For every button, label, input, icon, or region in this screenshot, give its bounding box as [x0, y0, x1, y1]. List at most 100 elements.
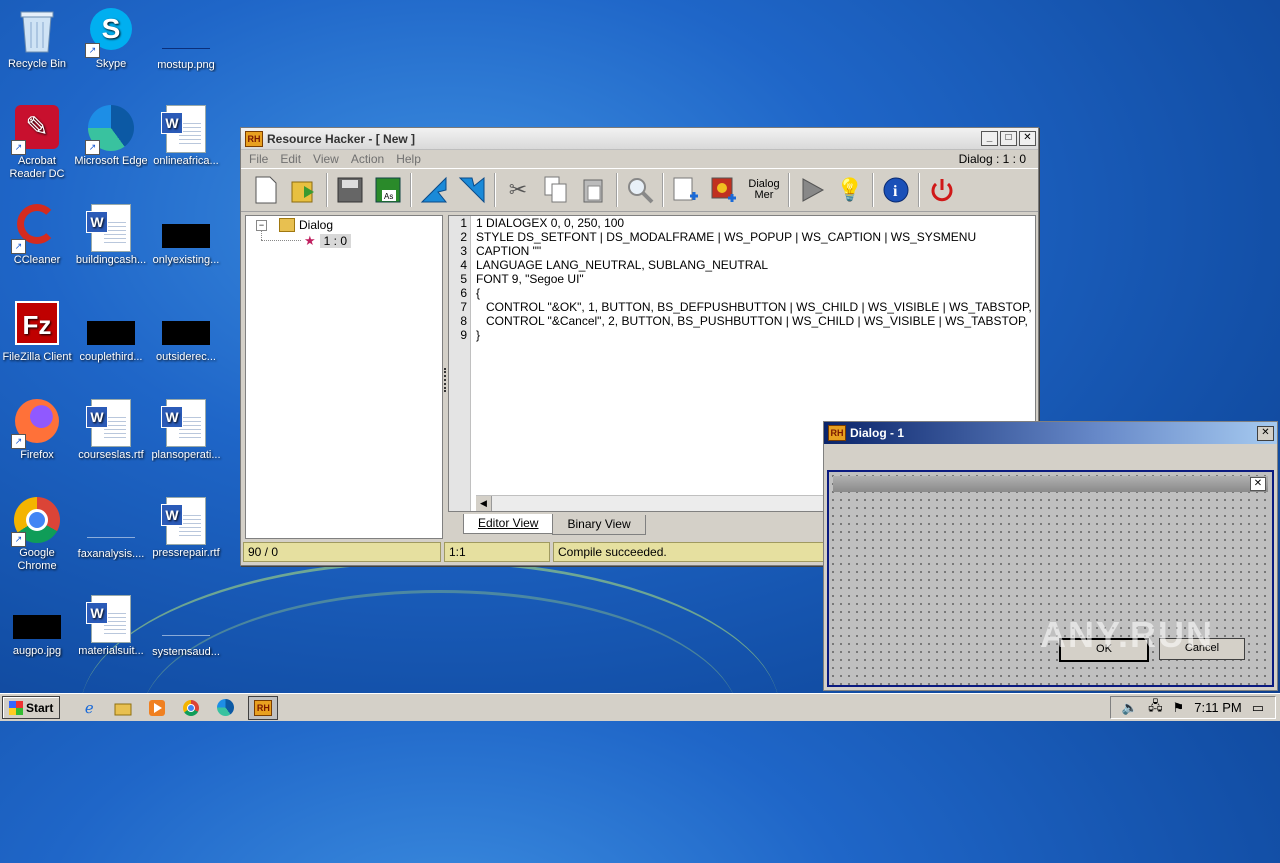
dialog-merge-icon[interactable]: Dialog Mer — [746, 174, 782, 206]
action-center-flag-icon[interactable]: ⚑ — [1173, 700, 1185, 716]
resource-indicator: Dialog : 1 : 0 — [958, 152, 1026, 166]
desktop-icon-firefox[interactable]: ↗ Firefox — [0, 399, 74, 462]
desktop-icon-recycle-bin[interactable]: Recycle Bin — [0, 8, 74, 71]
desktop-icon-filezilla[interactable]: Fz FileZilla Client — [0, 301, 74, 364]
desktop-icon-onlyexisting[interactable]: onlyexisting... — [149, 212, 223, 267]
taskbar-chrome-icon[interactable] — [180, 697, 202, 719]
menu-action[interactable]: Action — [351, 152, 384, 166]
forward-arrow-icon[interactable] — [456, 174, 488, 206]
desktop-icon-onlineafrica[interactable]: W onlineafrica... — [149, 105, 223, 168]
desktop-icon-label: materialsuit... — [78, 645, 144, 657]
menu-file[interactable]: File — [249, 152, 268, 166]
desktop-icon-chrome[interactable]: ↗ Google Chrome — [0, 497, 74, 573]
search-icon[interactable] — [624, 174, 656, 206]
info-icon[interactable]: i — [880, 174, 912, 206]
desktop-icon-materialsuit[interactable]: W materialsuit... — [74, 595, 148, 658]
taskbar-edge-icon[interactable] — [214, 697, 236, 719]
maximize-button[interactable]: □ — [1000, 131, 1017, 146]
line-number-gutter: 1 2 3 4 5 6 7 8 9 — [449, 216, 471, 511]
paste-icon[interactable] — [578, 174, 610, 206]
tree-node-label: 1 : 0 — [319, 234, 352, 248]
menu-edit[interactable]: Edit — [280, 152, 301, 166]
desktop-icon-edge[interactable]: ↗ Microsoft Edge — [74, 105, 148, 168]
shortcut-arrow-icon: ↗ — [11, 434, 26, 449]
network-icon[interactable]: 🖧 — [1148, 697, 1163, 719]
taskbar-explorer-icon[interactable] — [112, 697, 134, 719]
desktop-icon-ccleaner[interactable]: ↗ CCleaner — [0, 204, 74, 267]
desktop-icon-couplethird[interactable]: couplethird... — [74, 309, 148, 364]
view-tabs: Editor View Binary View — [463, 514, 646, 535]
cut-icon[interactable]: ✂ — [502, 174, 534, 206]
taskbar-ie-icon[interactable]: ℯ — [78, 697, 100, 719]
back-arrow-icon[interactable] — [418, 174, 450, 206]
power-exit-icon[interactable] — [926, 174, 958, 206]
desktop-icon-skype[interactable]: S ↗ Skype — [74, 8, 148, 71]
desktop-icon-plansoperati[interactable]: W plansoperati... — [149, 399, 223, 462]
desktop-icon-systemsaud[interactable]: systemsaud... — [149, 595, 223, 659]
word-document-icon: W — [86, 595, 135, 643]
code-text[interactable]: 1 DIALOGEX 0, 0, 250, 100 STYLE DS_SETFO… — [476, 216, 1035, 342]
desktop-icon-augpo[interactable]: augpo.jpg — [0, 603, 74, 658]
desktop-icon-courseslas[interactable]: W courseslas.rtf — [74, 399, 148, 462]
toolbar-separator — [494, 173, 496, 207]
tree-node-dialog[interactable]: − Dialog — [256, 218, 333, 232]
desktop-icon-buildingcash[interactable]: W buildingcash... — [74, 204, 148, 267]
desktop-icon-mostup[interactable]: mostup.png — [149, 8, 223, 72]
lightbulb-icon[interactable]: 💡 — [834, 174, 866, 206]
desktop-icon-pressrepair[interactable]: W pressrepair.rtf — [149, 497, 223, 560]
dialog-preview-titlebar[interactable]: RH Dialog - 1 ✕ — [824, 422, 1277, 444]
scroll-left-icon[interactable]: ◀ — [476, 496, 492, 511]
word-document-icon: W — [161, 399, 210, 447]
file-icon — [87, 503, 135, 538]
word-document-icon: W — [161, 497, 210, 545]
windows-logo-icon — [9, 700, 23, 715]
desktop-icon-label: faxanalysis.... — [77, 548, 145, 560]
save-as-icon[interactable]: As — [372, 174, 404, 206]
volume-icon[interactable]: 🔈 — [1122, 700, 1138, 716]
resource-tree: − Dialog ★ 1 : 0 — [245, 215, 443, 539]
desktop-icon-acrobat[interactable]: ✎ ↗ Acrobat Reader DC — [0, 105, 74, 181]
tree-node-1-0[interactable]: ★ 1 : 0 — [304, 233, 352, 249]
desktop-icon-label: FileZilla Client — [2, 351, 72, 363]
tab-binary-view[interactable]: Binary View — [552, 515, 646, 535]
run-script-icon[interactable] — [796, 174, 828, 206]
close-button[interactable]: ✕ — [1257, 425, 1274, 441]
desktop-icon-outsiderec[interactable]: outsiderec... — [149, 309, 223, 364]
taskbar-media-player-icon[interactable] — [146, 697, 168, 719]
start-label: Start — [26, 700, 54, 715]
copy-icon[interactable] — [540, 174, 572, 206]
show-desktop-icon[interactable]: ▭ — [1252, 700, 1264, 716]
menu-bar: File Edit View Action Help Dialog : 1 : … — [241, 150, 1038, 168]
clock[interactable]: 7:11 PM — [1194, 700, 1241, 715]
watermark: ANY.RUN — [1040, 614, 1215, 655]
open-folder-icon[interactable] — [288, 174, 320, 206]
start-button[interactable]: Start — [2, 696, 61, 719]
filezilla-icon: Fz — [13, 301, 61, 349]
taskbar-resource-hacker-icon[interactable]: RH — [248, 695, 279, 720]
tab-editor-view[interactable]: Editor View — [463, 514, 554, 534]
image-thumbnail-icon — [87, 321, 135, 345]
skype-icon: S ↗ — [85, 8, 135, 58]
shortcut-arrow-icon: ↗ — [11, 532, 26, 547]
save-icon[interactable] — [334, 174, 366, 206]
menu-view[interactable]: View — [313, 152, 339, 166]
window-title: Resource Hacker - [ New ] — [267, 131, 416, 146]
new-file-icon[interactable] — [250, 174, 282, 206]
dialog-preview-title: Dialog - 1 — [850, 426, 905, 440]
svg-text:As: As — [384, 192, 393, 201]
add-image-icon[interactable] — [708, 174, 740, 206]
desktop-icon-label: pressrepair.rtf — [152, 547, 220, 559]
add-resource-icon[interactable] — [670, 174, 702, 206]
menu-help[interactable]: Help — [396, 152, 421, 166]
window-titlebar[interactable]: RH Resource Hacker - [ New ] _ □ ✕ — [241, 128, 1038, 150]
tree-node-label: Dialog — [299, 218, 334, 232]
tree-collapse-icon[interactable]: − — [256, 219, 267, 231]
desktop-icon-label: buildingcash... — [75, 254, 147, 266]
desktop-icon-faxanalysis[interactable]: faxanalysis.... — [74, 497, 148, 561]
minimize-button[interactable]: _ — [981, 131, 998, 146]
status-cursor: 1:1 — [444, 542, 550, 562]
close-button[interactable]: ✕ — [1019, 131, 1036, 146]
word-document-icon: W — [86, 399, 135, 447]
status-position: 90 / 0 — [243, 542, 441, 562]
dialog-caption-bar: ✕ — [833, 476, 1268, 492]
